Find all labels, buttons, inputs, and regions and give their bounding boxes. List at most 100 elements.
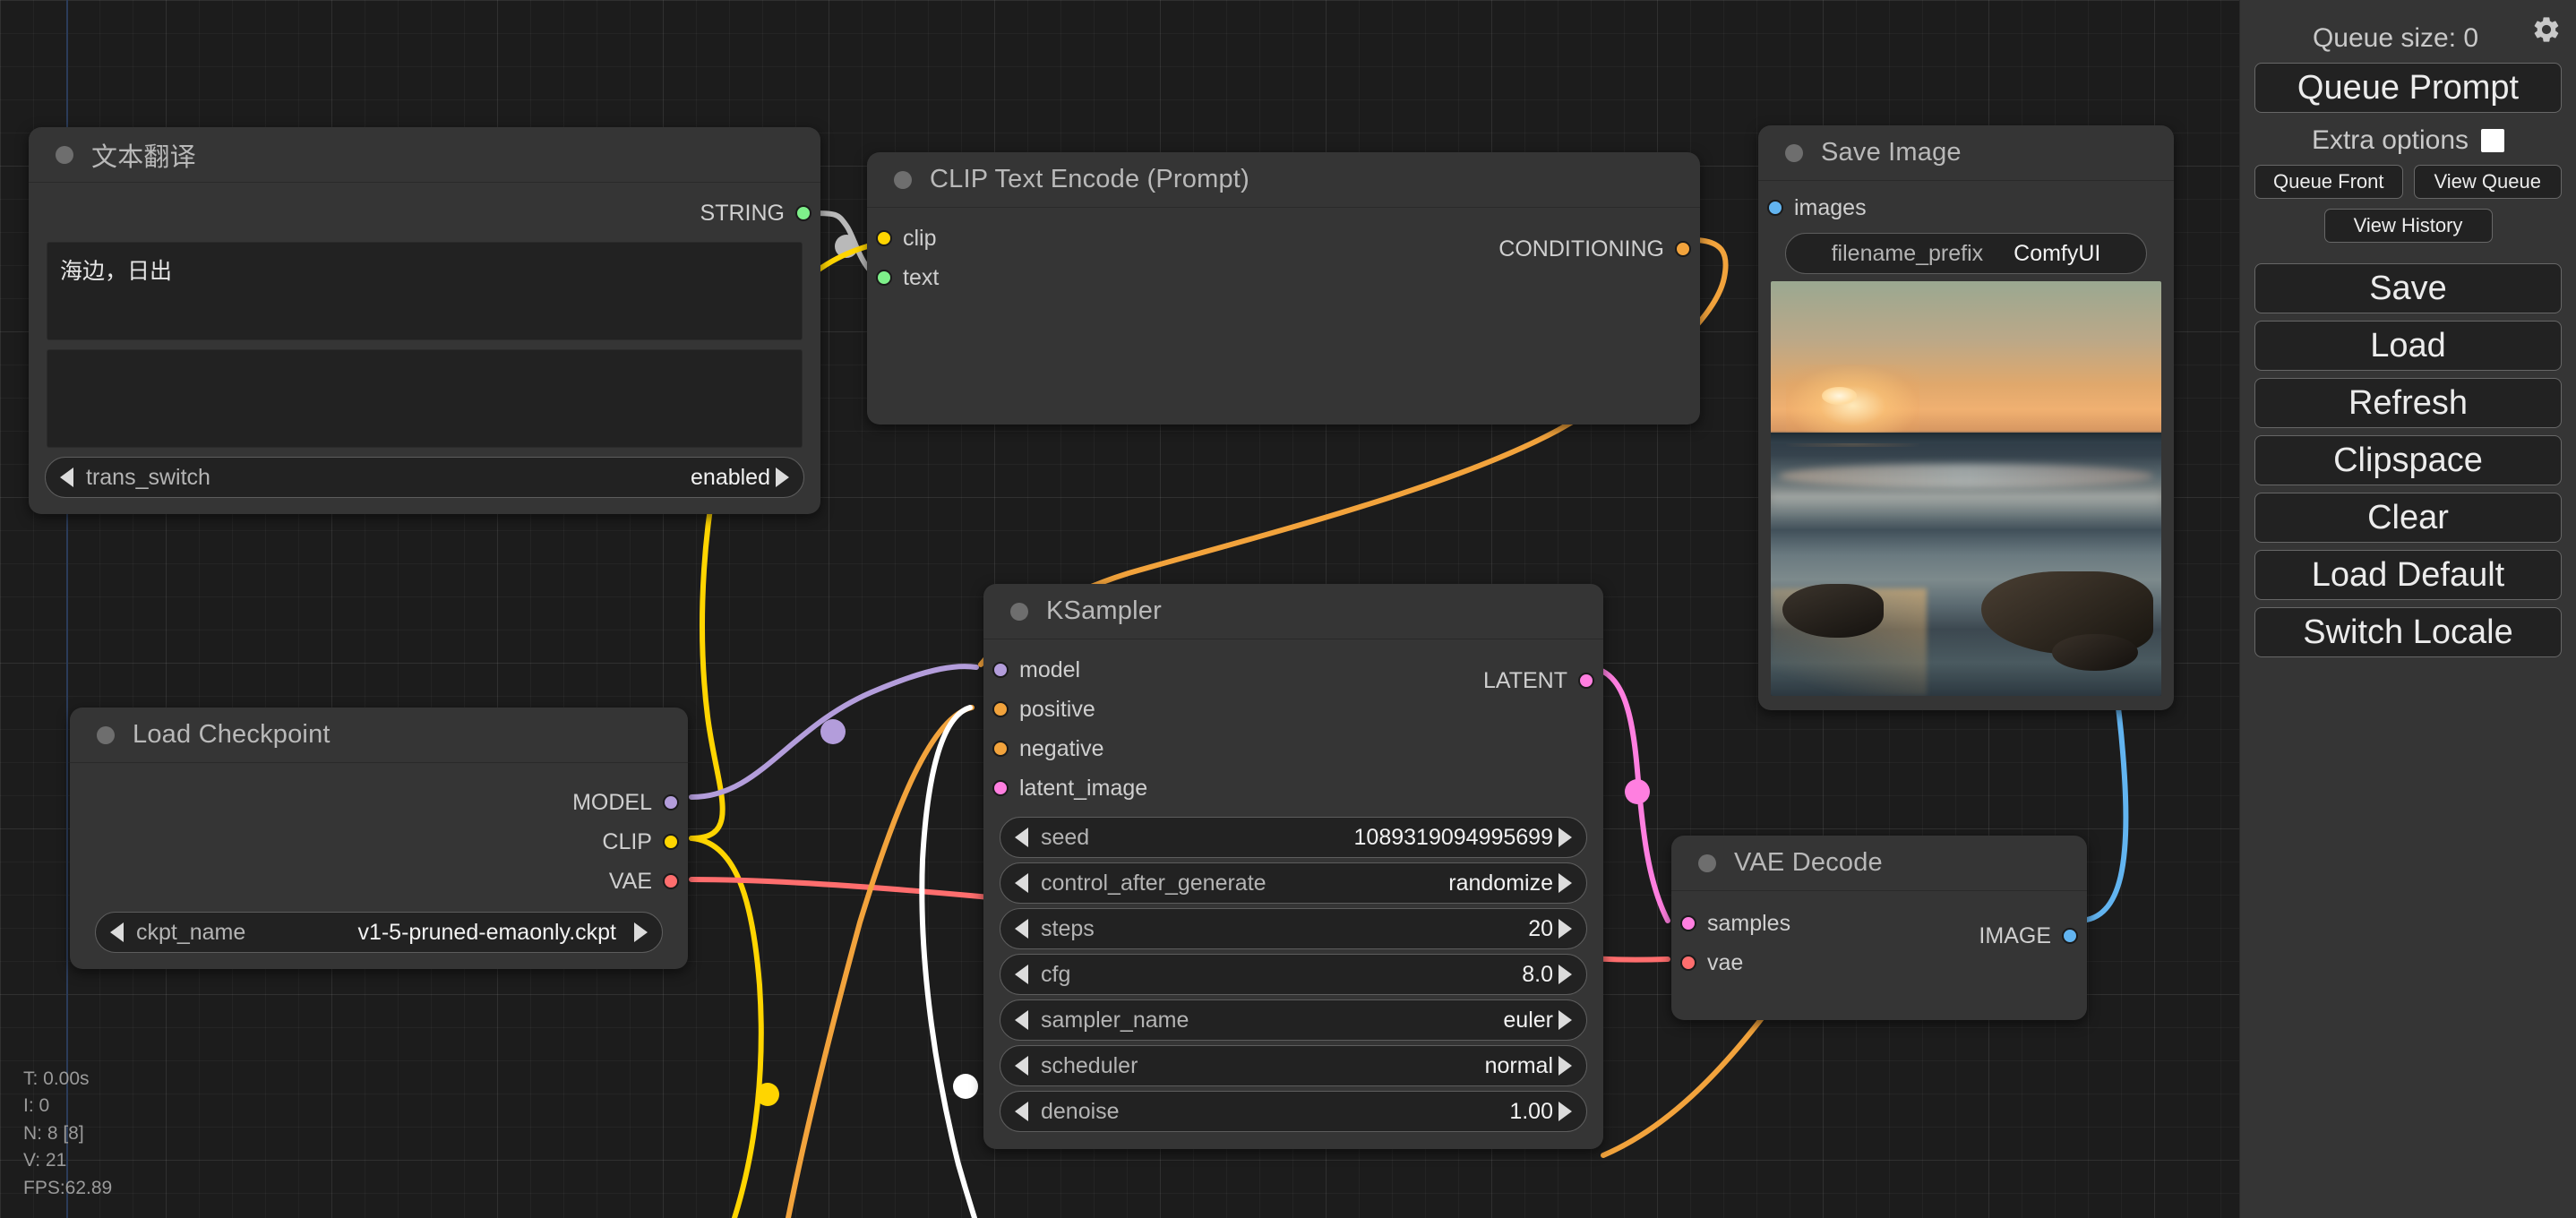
input-slot-images[interactable]: images — [1758, 188, 2174, 227]
widget-control-after-generate[interactable]: control_after_generate randomize — [1000, 862, 1587, 904]
decrement-arrow-icon[interactable] — [1015, 965, 1028, 984]
queue-prompt-button[interactable]: Queue Prompt — [2254, 63, 2562, 113]
widget-name-label: scheduler — [1041, 1053, 1138, 1079]
input-dot-icon[interactable] — [992, 780, 1009, 796]
widget-scheduler[interactable]: scheduler normal — [1000, 1045, 1587, 1086]
widget-steps[interactable]: steps 20 — [1000, 908, 1587, 949]
decrement-arrow-icon[interactable] — [1015, 1010, 1028, 1030]
node-vae-decode[interactable]: VAE Decode samples vae IMAGE — [1671, 836, 2087, 1020]
increment-arrow-icon[interactable] — [1558, 873, 1572, 893]
increment-arrow-icon[interactable] — [1558, 828, 1572, 847]
input-slot-negative[interactable]: negative — [983, 729, 1603, 768]
output-slot-latent[interactable]: LATENT — [983, 661, 1603, 700]
increment-arrow-icon[interactable] — [1558, 919, 1572, 939]
node-save-image[interactable]: Save Image images filename_prefix ComfyU… — [1758, 125, 2174, 710]
load-default-button[interactable]: Load Default — [2254, 550, 2562, 600]
graph-canvas[interactable]: 文本翻译 STRING 海边，日出 trans_switch enabled — [0, 0, 2239, 1218]
extra-options-checkbox[interactable] — [2481, 129, 2504, 152]
input-dot-icon[interactable] — [992, 701, 1009, 717]
output-slot-vae[interactable]: VAE — [70, 862, 688, 901]
generated-image-preview[interactable] — [1771, 281, 2161, 696]
widget-cfg[interactable]: cfg 8.0 — [1000, 954, 1587, 995]
widget-value-label: enabled — [691, 465, 770, 491]
widget-value-label: 8.0 — [1522, 962, 1553, 988]
input-dot-icon[interactable] — [1680, 955, 1696, 971]
output-label: MODEL — [572, 790, 652, 816]
output-label: STRING — [700, 201, 785, 227]
queue-front-button[interactable]: Queue Front — [2254, 165, 2403, 199]
output-slot-clip[interactable]: CLIP — [70, 822, 688, 862]
decrement-arrow-icon[interactable] — [1015, 828, 1028, 847]
increment-arrow-icon[interactable] — [634, 922, 648, 942]
node-title-bar[interactable]: Save Image — [1758, 125, 2174, 181]
widget-name-label: steps — [1041, 916, 1095, 942]
increment-arrow-icon[interactable] — [776, 467, 789, 487]
widget-sampler-name[interactable]: sampler_name euler — [1000, 999, 1587, 1041]
decrement-arrow-icon[interactable] — [1015, 873, 1028, 893]
increment-arrow-icon[interactable] — [1558, 1102, 1572, 1121]
node-text-translate[interactable]: 文本翻译 STRING 海边，日出 trans_switch enabled — [29, 127, 820, 514]
node-ksampler[interactable]: KSampler model positive negative latent — [983, 584, 1603, 1149]
output-slot-model[interactable]: MODEL — [70, 783, 688, 822]
widget-filename-prefix[interactable]: filename_prefix ComfyUI — [1785, 233, 2147, 274]
increment-arrow-icon[interactable] — [1558, 1056, 1572, 1076]
extra-options-row[interactable]: Extra options — [2254, 125, 2562, 156]
node-title-bar[interactable]: Load Checkpoint — [70, 708, 688, 763]
output-dot-icon[interactable] — [663, 834, 679, 850]
output-dot-icon[interactable] — [663, 873, 679, 889]
input-dot-icon[interactable] — [992, 741, 1009, 757]
settings-gear-icon[interactable] — [2531, 14, 2562, 45]
translate-output-textarea[interactable] — [47, 349, 803, 448]
increment-arrow-icon[interactable] — [1558, 1010, 1572, 1030]
input-slot-latent-image[interactable]: latent_image — [983, 768, 1603, 808]
clipspace-button[interactable]: Clipspace — [2254, 435, 2562, 485]
output-dot-icon[interactable] — [663, 794, 679, 811]
switch-locale-button[interactable]: Switch Locale — [2254, 607, 2562, 657]
view-history-button[interactable]: View History — [2324, 209, 2493, 243]
output-dot-icon[interactable] — [795, 205, 811, 221]
output-dot-icon[interactable] — [2062, 928, 2078, 944]
decrement-arrow-icon[interactable] — [60, 467, 73, 487]
input-dot-icon[interactable] — [876, 270, 892, 286]
queue-size-label: Queue size: 0 — [2254, 23, 2562, 54]
queue-actions-row: Queue Front View Queue — [2254, 165, 2562, 203]
save-button[interactable]: Save — [2254, 263, 2562, 313]
widget-denoise[interactable]: denoise 1.00 — [1000, 1091, 1587, 1132]
collapse-dot-icon[interactable] — [56, 146, 73, 164]
increment-arrow-icon[interactable] — [1558, 965, 1572, 984]
output-dot-icon[interactable] — [1675, 241, 1691, 257]
decrement-arrow-icon[interactable] — [1015, 1056, 1028, 1076]
workflow-actions-list: Save Load Refresh Clipspace Clear Load D… — [2254, 263, 2562, 657]
widget-trans-switch[interactable]: trans_switch enabled — [45, 457, 804, 498]
collapse-dot-icon[interactable] — [894, 171, 912, 189]
collapse-dot-icon[interactable] — [1010, 603, 1028, 621]
widget-ckpt-name[interactable]: ckpt_name v1-5-pruned-emaonly.ckpt — [95, 912, 663, 953]
output-dot-icon[interactable] — [1578, 673, 1594, 689]
collapse-dot-icon[interactable] — [97, 726, 115, 744]
load-button[interactable]: Load — [2254, 321, 2562, 371]
stat-nodes: N: 8 [8] — [23, 1120, 112, 1147]
ksampler-widget-list: seed 1089319094995699 control_after_gene… — [983, 817, 1603, 1149]
decrement-arrow-icon[interactable] — [1015, 919, 1028, 939]
translate-input-textarea[interactable]: 海边，日出 — [47, 242, 803, 340]
node-body: MODEL CLIP VAE ckpt_name v1-5-pruned-ema… — [70, 783, 688, 953]
output-slot-string[interactable]: STRING — [29, 193, 820, 233]
decrement-arrow-icon[interactable] — [1015, 1102, 1028, 1121]
node-clip-text-encode[interactable]: CLIP Text Encode (Prompt) clip text COND… — [867, 152, 1700, 425]
output-slot-image[interactable]: IMAGE — [1671, 916, 2087, 956]
refresh-button[interactable]: Refresh — [2254, 378, 2562, 428]
collapse-dot-icon[interactable] — [1698, 854, 1716, 872]
node-title-bar[interactable]: CLIP Text Encode (Prompt) — [867, 152, 1700, 208]
input-dot-icon[interactable] — [1767, 200, 1783, 216]
collapse-dot-icon[interactable] — [1785, 144, 1803, 162]
widget-seed[interactable]: seed 1089319094995699 — [1000, 817, 1587, 858]
node-load-checkpoint[interactable]: Load Checkpoint MODEL CLIP VAE ckpt_nam — [70, 708, 688, 969]
clear-button[interactable]: Clear — [2254, 493, 2562, 543]
output-slot-conditioning[interactable]: CONDITIONING — [867, 229, 1700, 269]
node-title-bar[interactable]: KSampler — [983, 584, 1603, 639]
node-title-bar[interactable]: VAE Decode — [1671, 836, 2087, 891]
view-queue-button[interactable]: View Queue — [2414, 165, 2563, 199]
widget-name-label: denoise — [1041, 1099, 1120, 1125]
node-title-bar[interactable]: 文本翻译 — [29, 127, 820, 183]
decrement-arrow-icon[interactable] — [110, 922, 124, 942]
